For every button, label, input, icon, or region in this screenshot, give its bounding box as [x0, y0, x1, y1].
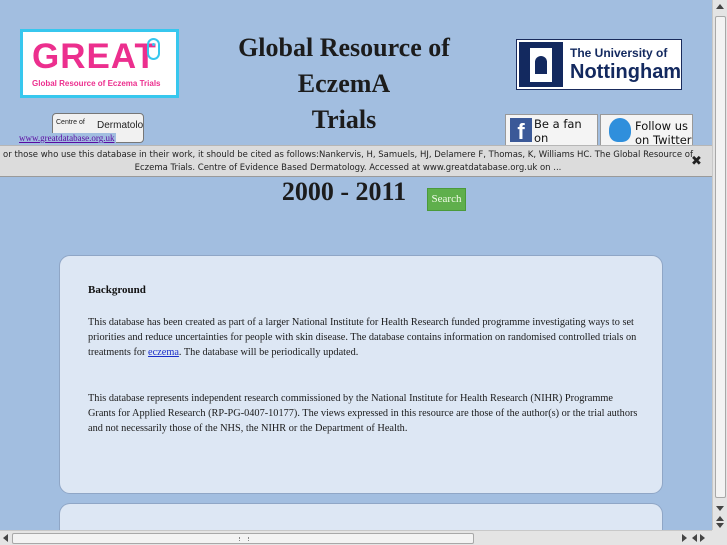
scroll-left-secondary-icon[interactable] — [692, 534, 697, 542]
scrollbar-corner — [712, 530, 727, 545]
scroll-right-secondary-icon[interactable] — [700, 534, 705, 542]
horizontal-scroll-thumb[interactable] — [12, 533, 474, 544]
facebook-button-label: Be a fan on Facebook — [534, 117, 582, 145]
twitter-bird-icon — [609, 118, 631, 142]
great-mark-icon — [147, 38, 160, 60]
background-panel: Background This database has been create… — [59, 255, 663, 494]
scroll-left-icon[interactable] — [3, 534, 8, 542]
castle-icon — [519, 42, 563, 87]
ceb-logo-text-b: Dermatology — [97, 120, 144, 131]
scroll-up-icon[interactable] — [716, 4, 724, 9]
scroll-right-icon[interactable] — [682, 534, 687, 542]
nottingham-logo-line1: The University of — [570, 46, 668, 60]
search-button[interactable]: Search — [427, 188, 466, 211]
title-line-2: Trials — [311, 105, 377, 134]
great-logo-word: GREAT — [32, 37, 157, 76]
scroll-down-secondary-icon[interactable] — [716, 523, 724, 528]
site-url-link[interactable]: www.greatdatabase.org.uk — [17, 133, 117, 143]
close-icon[interactable]: ✖ — [691, 154, 702, 169]
scroll-down-icon[interactable] — [716, 506, 724, 511]
eczema-link[interactable]: eczema — [148, 347, 179, 358]
citation-banner: or those who use this database in their … — [0, 145, 712, 177]
ceb-logo-text-a: Centre of — [56, 119, 85, 126]
section-heading: Background — [88, 284, 146, 296]
scroll-up-secondary-icon[interactable] — [716, 516, 724, 521]
great-logo-subtitle: Global Resource of Eczema Trials — [32, 79, 161, 88]
twitter-follow-button[interactable]: Follow us on Twitter — [600, 114, 693, 146]
paragraph-1-text-end: . The database will be periodically upda… — [178, 347, 359, 358]
page-title: Global Resource of EczemA Trials (GREAT … — [190, 30, 498, 210]
facebook-fan-button[interactable]: f Be a fan on Facebook — [505, 114, 598, 146]
nottingham-logo-line2: Nottingham — [570, 61, 682, 83]
facebook-icon: f — [510, 118, 532, 144]
citation-text: or those who use this database in their … — [3, 150, 693, 173]
background-paragraph-2: This database represents independent res… — [88, 393, 638, 434]
nottingham-logo[interactable]: The University of Nottingham — [516, 39, 682, 90]
vertical-scrollbar[interactable] — [712, 0, 727, 530]
twitter-button-label: Follow us on Twitter — [635, 119, 692, 146]
grip-icon — [239, 537, 249, 541]
great-logo: GREAT Global Resource of Eczema Trials — [20, 29, 179, 98]
horizontal-scrollbar[interactable] — [0, 530, 712, 545]
vertical-scroll-thumb[interactable] — [715, 16, 726, 498]
title-line-1: Global Resource of EczemA — [238, 33, 450, 98]
background-paragraph-1: This database has been created as part o… — [88, 315, 638, 360]
